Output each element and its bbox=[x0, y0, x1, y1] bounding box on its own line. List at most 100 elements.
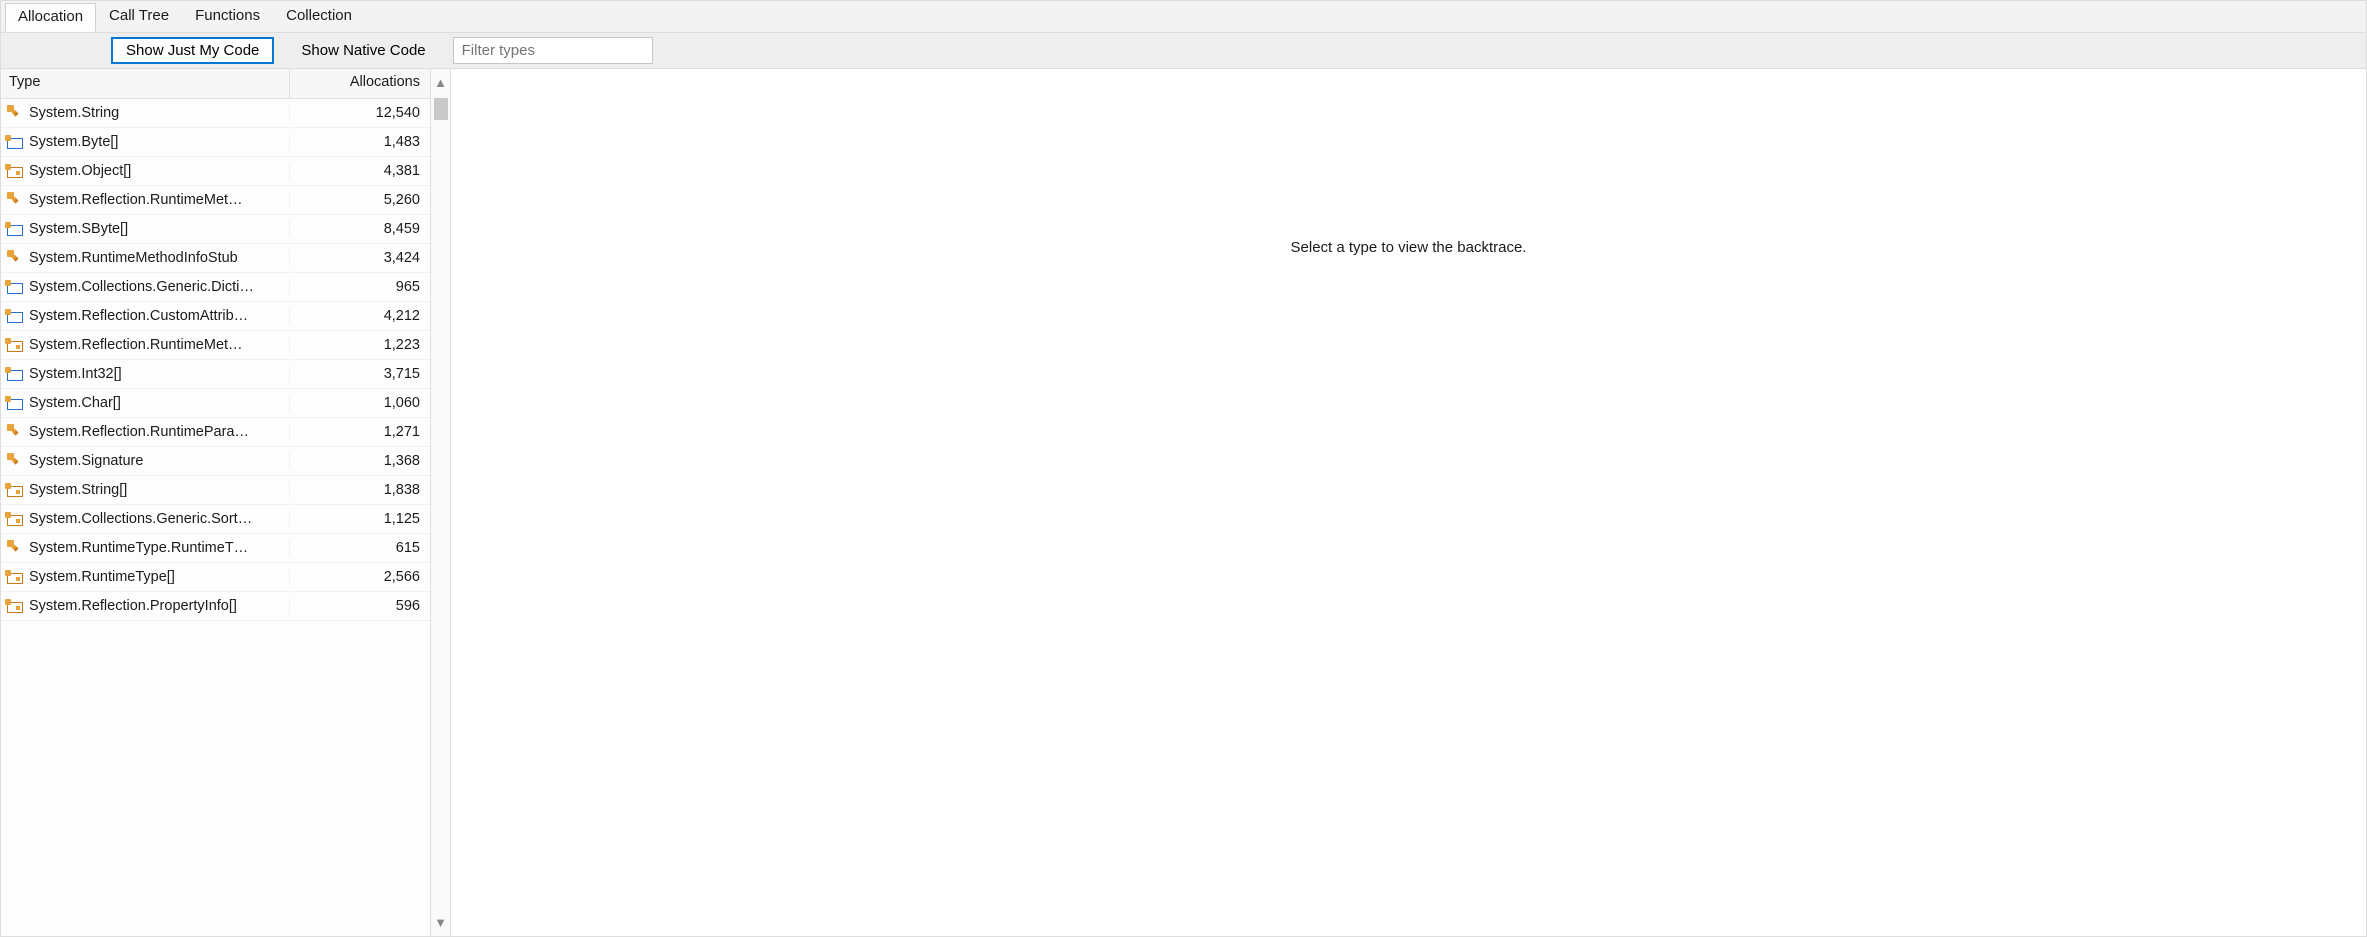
struct-icon bbox=[7, 370, 23, 381]
allocations-cell: 5,260 bbox=[290, 192, 430, 208]
type-name: System.Reflection.RuntimePara… bbox=[29, 424, 249, 440]
type-name: System.Reflection.RuntimeMet… bbox=[29, 192, 243, 208]
type-cell: System.Object[] bbox=[1, 163, 290, 179]
type-name: System.Collections.Generic.Sort… bbox=[29, 511, 252, 527]
allocations-cell: 4,381 bbox=[290, 163, 430, 179]
tab-functions[interactable]: Functions bbox=[182, 2, 273, 31]
backtrace-empty-message: Select a type to view the backtrace. bbox=[1291, 239, 1527, 256]
toolbar: Show Just My Code Show Native Code bbox=[1, 33, 2366, 69]
type-name: System.Collections.Generic.Dicti… bbox=[29, 279, 254, 295]
allocations-cell: 1,125 bbox=[290, 511, 430, 527]
type-grid: Type Allocations System.String12,540Syst… bbox=[1, 69, 431, 936]
class-icon bbox=[7, 105, 23, 121]
tab-strip: Allocation Call Tree Functions Collectio… bbox=[1, 1, 2366, 33]
tab-allocation[interactable]: Allocation bbox=[5, 3, 96, 32]
table-row[interactable]: System.Collections.Generic.Dicti…965 bbox=[1, 273, 430, 302]
allocations-cell: 596 bbox=[290, 598, 430, 614]
type-name: System.SByte[] bbox=[29, 221, 128, 237]
allocations-cell: 1,838 bbox=[290, 482, 430, 498]
scroll-thumb[interactable] bbox=[434, 98, 448, 120]
type-cell: System.Collections.Generic.Sort… bbox=[1, 511, 290, 527]
main-split: Type Allocations System.String12,540Syst… bbox=[1, 69, 2366, 936]
table-row[interactable]: System.String[] 1,838 bbox=[1, 476, 430, 505]
type-name: System.String[] bbox=[29, 482, 127, 498]
type-cell: System.Reflection.CustomAttrib… bbox=[1, 308, 290, 324]
scrollbar[interactable]: ▲ ▼ bbox=[431, 69, 451, 936]
allocations-cell: 1,060 bbox=[290, 395, 430, 411]
type-cell: System.Reflection.RuntimeMet… bbox=[1, 337, 290, 353]
table-row[interactable]: System.Reflection.RuntimePara… 1,271 bbox=[1, 418, 430, 447]
type-name: System.Char[] bbox=[29, 395, 121, 411]
struct-icon bbox=[7, 225, 23, 236]
type-cell: System.Byte[] bbox=[1, 134, 290, 150]
column-header-type[interactable]: Type bbox=[1, 69, 290, 98]
type-name: System.Byte[] bbox=[29, 134, 118, 150]
grid-header: Type Allocations bbox=[1, 69, 430, 99]
array-icon bbox=[7, 341, 23, 352]
allocations-cell: 2,566 bbox=[290, 569, 430, 585]
table-row[interactable]: System.Char[] 1,060 bbox=[1, 389, 430, 418]
table-row[interactable]: System.Collections.Generic.Sort… 1,125 bbox=[1, 505, 430, 534]
table-row[interactable]: System.Signature 1,368 bbox=[1, 447, 430, 476]
array-icon bbox=[7, 602, 23, 613]
type-name: System.RuntimeMethodInfoStub bbox=[29, 250, 238, 266]
type-cell: System.RuntimeType.RuntimeT… bbox=[1, 540, 290, 556]
scroll-up-icon[interactable]: ▲ bbox=[434, 75, 447, 90]
type-cell: System.Reflection.RuntimePara… bbox=[1, 424, 290, 440]
type-name: System.Int32[] bbox=[29, 366, 122, 382]
table-row[interactable]: System.Reflection.PropertyInfo[] 596 bbox=[1, 592, 430, 621]
type-cell: System.Signature bbox=[1, 453, 290, 469]
type-cell: System.SByte[] bbox=[1, 221, 290, 237]
type-cell: System.Int32[] bbox=[1, 366, 290, 382]
allocations-cell: 8,459 bbox=[290, 221, 430, 237]
filter-types-input[interactable] bbox=[453, 37, 653, 64]
type-cell: System.Reflection.PropertyInfo[] bbox=[1, 598, 290, 614]
allocations-cell: 4,212 bbox=[290, 308, 430, 324]
show-native-code-button[interactable]: Show Native Code bbox=[286, 37, 440, 64]
type-cell: System.RuntimeMethodInfoStub bbox=[1, 250, 290, 266]
scroll-down-icon[interactable]: ▼ bbox=[434, 915, 447, 930]
table-row[interactable]: System.Reflection.CustomAttrib…4,212 bbox=[1, 302, 430, 331]
type-cell: System.Reflection.RuntimeMet… bbox=[1, 192, 290, 208]
allocations-cell: 1,271 bbox=[290, 424, 430, 440]
struct-icon bbox=[7, 312, 23, 323]
array-icon bbox=[7, 515, 23, 526]
backtrace-panel: Select a type to view the backtrace. bbox=[451, 69, 2366, 936]
table-row[interactable]: System.RuntimeMethodInfoStub 3,424 bbox=[1, 244, 430, 273]
class-icon bbox=[7, 453, 23, 469]
type-name: System.Reflection.PropertyInfo[] bbox=[29, 598, 237, 614]
struct-icon bbox=[7, 283, 23, 294]
allocations-cell: 3,424 bbox=[290, 250, 430, 266]
table-row[interactable]: System.String12,540 bbox=[1, 99, 430, 128]
table-row[interactable]: System.Int32[]3,715 bbox=[1, 360, 430, 389]
allocations-cell: 1,223 bbox=[290, 337, 430, 353]
class-icon bbox=[7, 192, 23, 208]
table-row[interactable]: System.Byte[]1,483 bbox=[1, 128, 430, 157]
type-name: System.RuntimeType.RuntimeT… bbox=[29, 540, 248, 556]
table-row[interactable]: System.Reflection.RuntimeMet… 5,260 bbox=[1, 186, 430, 215]
table-row[interactable]: System.RuntimeType.RuntimeT…615 bbox=[1, 534, 430, 563]
table-row[interactable]: System.Object[] 4,381 bbox=[1, 157, 430, 186]
table-row[interactable]: System.SByte[] 8,459 bbox=[1, 215, 430, 244]
type-name: System.Signature bbox=[29, 453, 143, 469]
allocations-cell: 1,368 bbox=[290, 453, 430, 469]
table-row[interactable]: System.RuntimeType[]2,566 bbox=[1, 563, 430, 592]
struct-icon bbox=[7, 399, 23, 410]
show-just-my-code-button[interactable]: Show Just My Code bbox=[111, 37, 274, 64]
array-icon bbox=[7, 573, 23, 584]
type-cell: System.String[] bbox=[1, 482, 290, 498]
grid-body: System.String12,540System.Byte[]1,483Sys… bbox=[1, 99, 430, 936]
type-name: System.Object[] bbox=[29, 163, 131, 179]
class-icon bbox=[7, 540, 23, 556]
type-cell: System.RuntimeType[] bbox=[1, 569, 290, 585]
class-icon bbox=[7, 424, 23, 440]
array-icon bbox=[7, 167, 23, 178]
type-cell: System.Char[] bbox=[1, 395, 290, 411]
type-name: System.Reflection.RuntimeMet… bbox=[29, 337, 243, 353]
type-cell: System.Collections.Generic.Dicti… bbox=[1, 279, 290, 295]
table-row[interactable]: System.Reflection.RuntimeMet… 1,223 bbox=[1, 331, 430, 360]
class-icon bbox=[7, 250, 23, 266]
tab-call-tree[interactable]: Call Tree bbox=[96, 2, 182, 31]
column-header-allocations[interactable]: Allocations bbox=[290, 69, 430, 98]
tab-collection[interactable]: Collection bbox=[273, 2, 365, 31]
